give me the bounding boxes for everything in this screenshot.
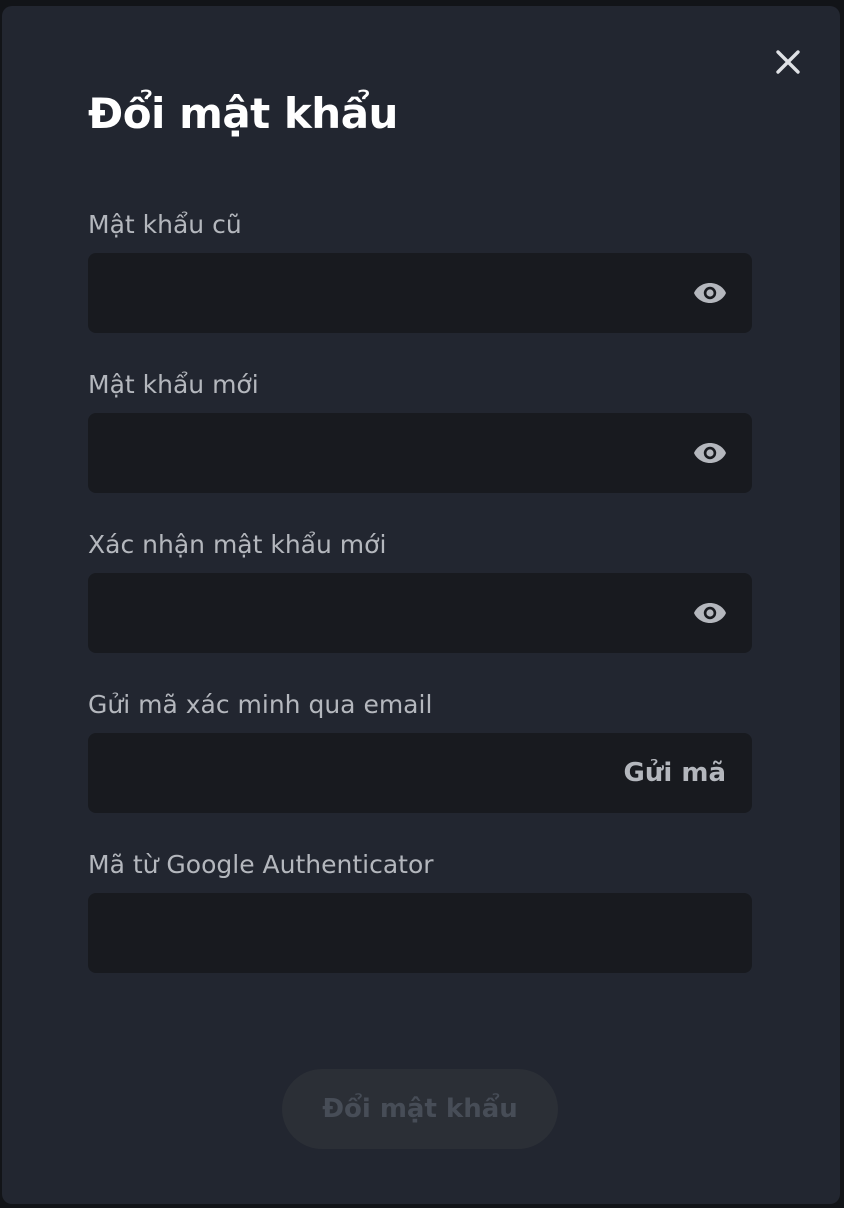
toggle-old-password-visibility-button[interactable] bbox=[692, 277, 728, 309]
new-password-field[interactable] bbox=[88, 413, 752, 493]
confirm-password-label: Xác nhận mật khẩu mới bbox=[88, 530, 387, 559]
change-password-submit-button[interactable]: Đổi mật khẩu bbox=[282, 1069, 558, 1149]
confirm-password-input[interactable] bbox=[88, 573, 648, 653]
eye-icon[interactable] bbox=[693, 602, 727, 624]
change-password-dialog: Đổi mật khẩu Mật khẩu cũ Mật khẩu mới Xá… bbox=[2, 6, 840, 1204]
google-auth-field[interactable] bbox=[88, 893, 752, 973]
new-password-label: Mật khẩu mới bbox=[88, 370, 259, 399]
old-password-input[interactable] bbox=[88, 253, 648, 333]
send-code-button[interactable]: Gửi mã bbox=[624, 753, 726, 793]
email-code-label: Gửi mã xác minh qua email bbox=[88, 690, 433, 719]
email-code-field[interactable]: Gửi mã bbox=[88, 733, 752, 813]
google-auth-input[interactable] bbox=[88, 893, 752, 973]
confirm-password-field[interactable] bbox=[88, 573, 752, 653]
old-password-label: Mật khẩu cũ bbox=[88, 210, 242, 239]
google-auth-label: Mã từ Google Authenticator bbox=[88, 850, 434, 879]
new-password-input[interactable] bbox=[88, 413, 648, 493]
email-code-input[interactable] bbox=[88, 733, 648, 813]
close-button[interactable] bbox=[768, 42, 808, 82]
eye-icon[interactable] bbox=[693, 442, 727, 464]
dialog-title: Đổi mật khẩu bbox=[88, 89, 398, 138]
toggle-confirm-password-visibility-button[interactable] bbox=[692, 597, 728, 629]
close-icon[interactable] bbox=[775, 49, 801, 75]
eye-icon[interactable] bbox=[693, 282, 727, 304]
toggle-new-password-visibility-button[interactable] bbox=[692, 437, 728, 469]
old-password-field[interactable] bbox=[88, 253, 752, 333]
